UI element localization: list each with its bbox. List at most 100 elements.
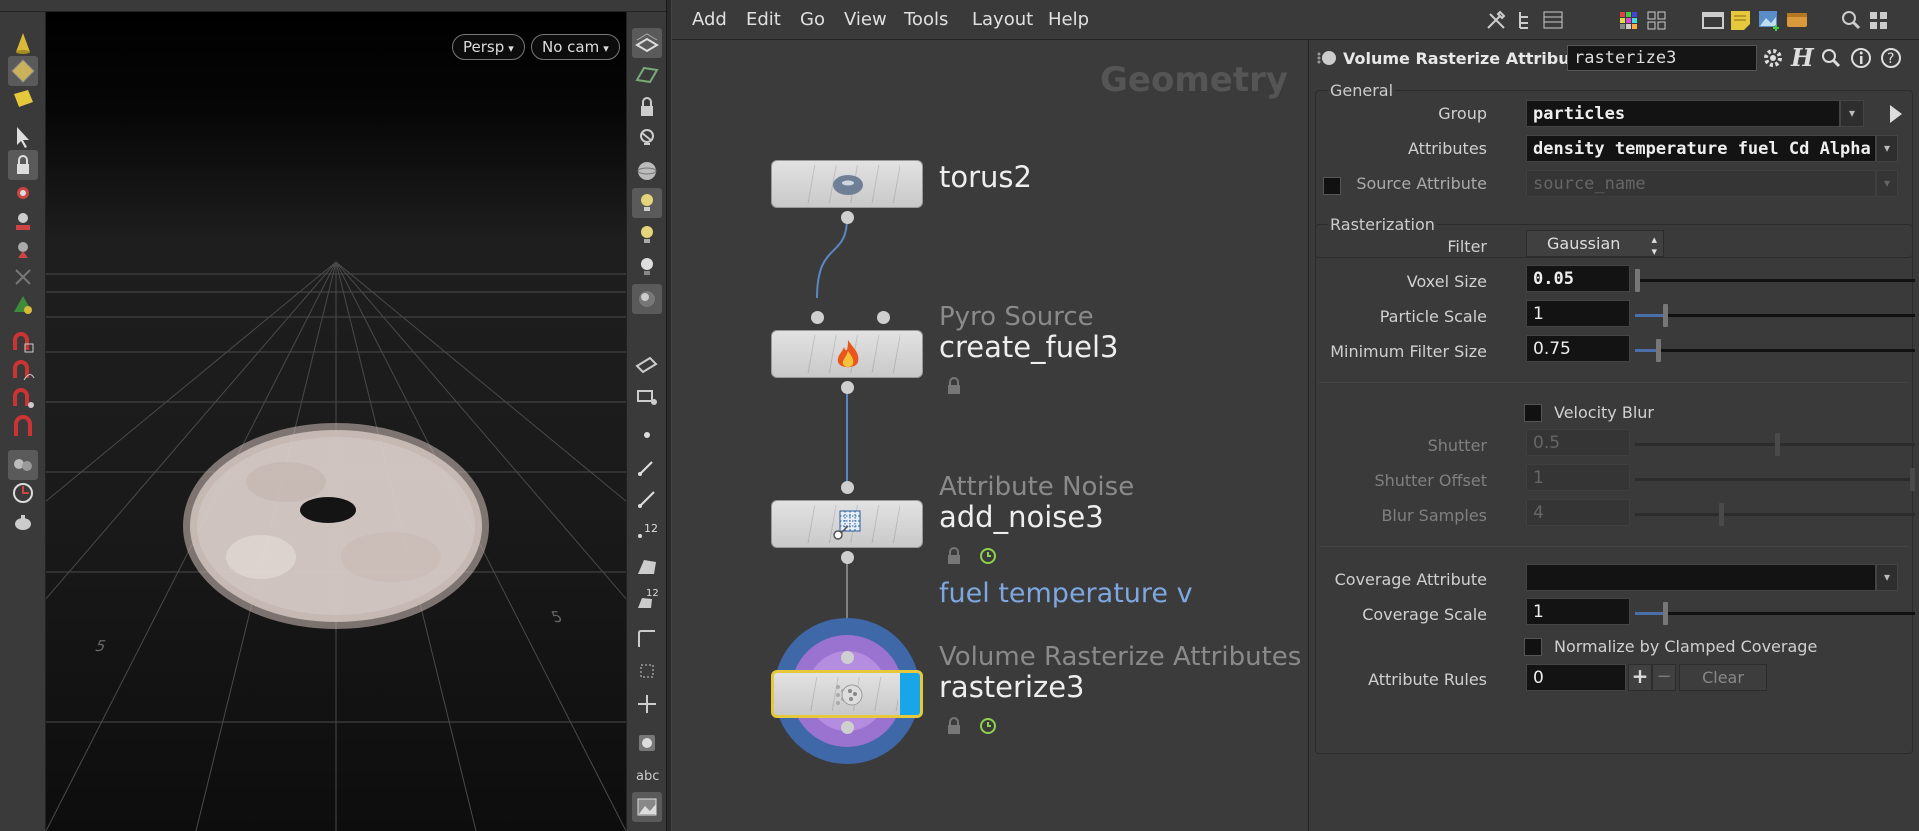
node-name-rasterize3[interactable]: rasterize3 <box>939 670 1085 704</box>
view-icon[interactable] <box>8 234 38 264</box>
menu-layout[interactable]: Layout <box>972 9 1033 30</box>
output-connector[interactable] <box>841 211 854 224</box>
attribute-rules-count-field[interactable]: 0 <box>1526 664 1626 691</box>
dots-icon[interactable] <box>1784 8 1810 32</box>
attributes-field[interactable]: density temperature fuel Cd Alpha <box>1526 135 1876 162</box>
sphere-shading-icon[interactable] <box>632 156 662 186</box>
teapot-icon[interactable] <box>8 506 38 536</box>
clear-rules-button[interactable]: Clear <box>1679 664 1767 691</box>
point-number-icon[interactable]: 12 <box>632 516 662 546</box>
node-name-torus2[interactable]: torus2 <box>939 160 1032 194</box>
uv-display-icon[interactable] <box>632 624 662 654</box>
slider-handle[interactable] <box>1663 602 1668 625</box>
lock-camera-icon[interactable] <box>632 92 662 122</box>
node-create-fuel3[interactable] <box>771 330 923 378</box>
coverage-attribute-field[interactable] <box>1526 564 1876 591</box>
light-icon[interactable] <box>632 220 662 250</box>
magnet-grid-icon[interactable] <box>8 328 38 358</box>
remove-rule-button[interactable]: − <box>1652 664 1676 691</box>
magnet-curve-icon[interactable] <box>8 356 38 386</box>
particle-scale-slider[interactable] <box>1635 304 1915 327</box>
select-face-icon[interactable] <box>8 84 38 114</box>
color-palette-icon[interactable] <box>1616 8 1642 32</box>
background-image-add-icon[interactable] <box>1756 8 1782 32</box>
normalize-coverage-checkbox[interactable] <box>1524 638 1542 656</box>
menu-tools[interactable]: Tools <box>904 9 948 30</box>
filter-menu[interactable]: Gaussian ▴ ▾ <box>1526 230 1664 258</box>
input-connector[interactable] <box>877 311 890 324</box>
coverage-scale-slider[interactable] <box>1635 602 1915 625</box>
tools-icon[interactable] <box>1484 8 1510 32</box>
voxel-size-slider[interactable] <box>1635 269 1915 292</box>
network-box-icon[interactable] <box>1700 8 1726 32</box>
menu-help[interactable]: Help <box>1048 9 1089 30</box>
info-icon[interactable] <box>1849 46 1873 70</box>
text-display-icon[interactable]: abc <box>632 760 662 790</box>
pose-icon[interactable] <box>8 206 38 236</box>
render-region-icon[interactable] <box>8 478 38 508</box>
display-options-icon[interactable] <box>632 28 662 58</box>
magnet-point-icon[interactable] <box>8 384 38 414</box>
prim-display-icon[interactable] <box>632 552 662 582</box>
node-torus2[interactable] <box>771 160 923 208</box>
grid-view-icon[interactable] <box>1866 8 1892 32</box>
camera-settings-icon[interactable] <box>632 380 662 410</box>
light-off-icon[interactable] <box>632 124 662 154</box>
lock-select-icon[interactable] <box>8 150 38 180</box>
output-connector[interactable] <box>841 551 854 564</box>
camera-view-icon[interactable] <box>632 348 662 378</box>
menu-go[interactable]: Go <box>800 9 825 30</box>
voxel-size-field[interactable]: 0.05 <box>1526 265 1630 292</box>
scene-viewport[interactable]: Persp No cam 5 5 <box>46 12 626 831</box>
network-editor[interactable]: Geometry torus2 Pyro Source create_fuel3… <box>672 40 1308 831</box>
search-icon[interactable] <box>1819 46 1843 70</box>
slider-handle[interactable] <box>1635 269 1640 292</box>
source-attribute-checkbox[interactable] <box>1323 177 1341 195</box>
headlight-icon[interactable] <box>632 188 662 218</box>
normal-display-icon[interactable] <box>632 452 662 482</box>
origin-icon[interactable] <box>632 688 662 718</box>
node-add-noise3[interactable] <box>771 500 923 548</box>
input-connector[interactable] <box>841 651 854 664</box>
help-h-icon[interactable]: H <box>1791 43 1814 72</box>
select-arrow-icon[interactable] <box>1884 102 1906 126</box>
shape-palette-icon[interactable] <box>1644 8 1670 32</box>
coverage-attribute-menu-button[interactable]: ▾ <box>1876 564 1898 591</box>
display-flag[interactable] <box>900 673 920 715</box>
sticky-note-icon[interactable] <box>1728 8 1754 32</box>
output-connector[interactable] <box>841 721 854 734</box>
lock-badge-icon[interactable] <box>944 546 964 566</box>
snap-disabled-icon[interactable] <box>8 262 38 292</box>
point-display-icon[interactable] <box>632 420 662 450</box>
list-view-icon[interactable] <box>1540 8 1566 32</box>
attributes-menu-button[interactable]: ▾ <box>1876 135 1898 162</box>
help-icon[interactable]: ? <box>1879 46 1903 70</box>
gear-icon[interactable] <box>1761 46 1785 70</box>
pointer-icon[interactable] <box>8 122 38 152</box>
bbox-icon[interactable] <box>632 656 662 686</box>
group-icon[interactable] <box>8 450 38 480</box>
add-rule-button[interactable]: + <box>1628 664 1652 691</box>
node-name-add-noise3[interactable]: add_noise3 <box>939 500 1104 534</box>
menu-view[interactable]: View <box>844 9 887 30</box>
node-name-field[interactable]: rasterize3 <box>1567 45 1757 71</box>
lock-badge-icon[interactable] <box>944 376 964 396</box>
vector-display-icon[interactable] <box>632 484 662 514</box>
lock-badge-icon[interactable] <box>944 716 964 736</box>
shadow-light-icon[interactable] <box>632 252 662 282</box>
select-box-icon[interactable] <box>8 56 38 86</box>
input-connector[interactable] <box>811 311 824 324</box>
menu-add[interactable]: Add <box>692 9 727 30</box>
create-icon[interactable] <box>8 290 38 320</box>
search-icon[interactable] <box>1838 8 1864 32</box>
output-connector[interactable] <box>841 381 854 394</box>
background-image-icon[interactable] <box>632 728 662 758</box>
group-field[interactable]: particles <box>1526 100 1840 127</box>
node-rasterize3[interactable] <box>771 670 923 718</box>
coverage-scale-field[interactable]: 1 <box>1526 598 1630 625</box>
particle-scale-field[interactable]: 1 <box>1526 300 1630 327</box>
menu-edit[interactable]: Edit <box>746 9 781 30</box>
input-connector[interactable] <box>841 481 854 494</box>
min-filter-size-slider[interactable] <box>1635 339 1915 362</box>
construction-plane-icon[interactable] <box>632 60 662 90</box>
